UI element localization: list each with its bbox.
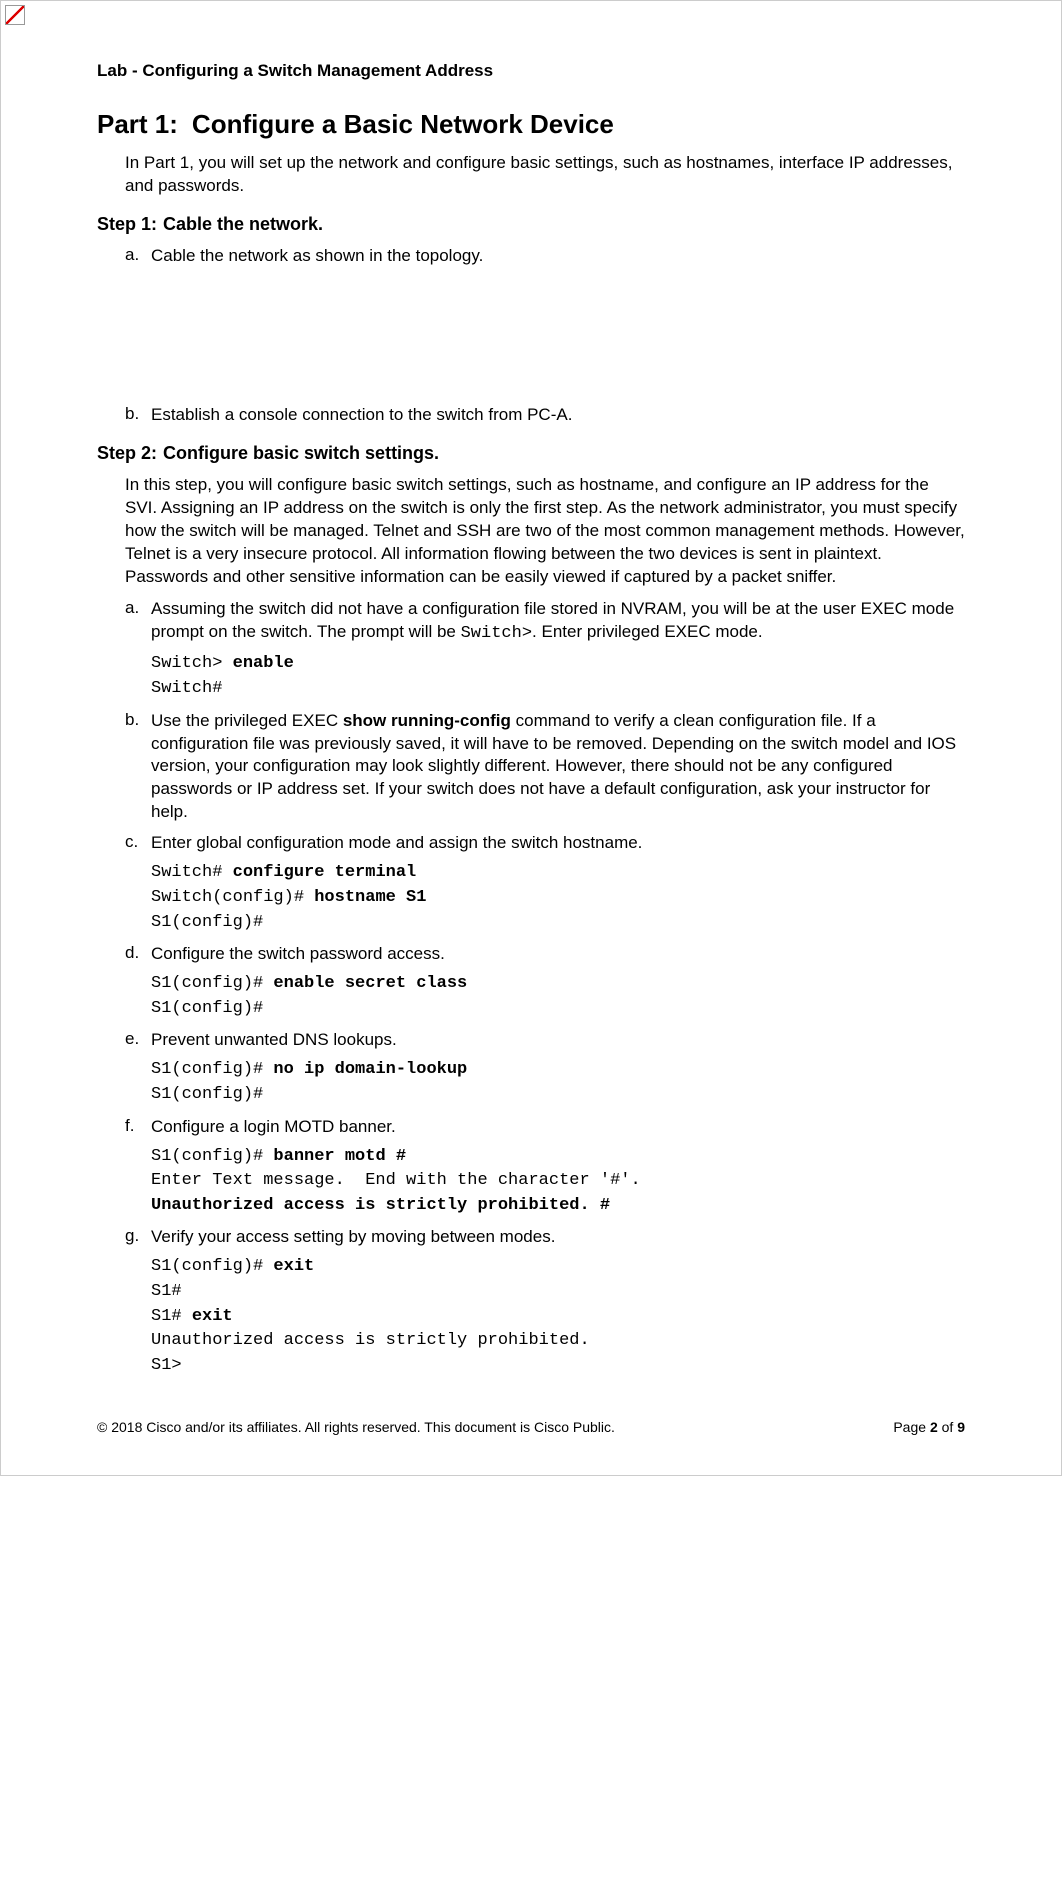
step1-list: a. Cable the network as shown in the top… <box>125 245 965 268</box>
list-item: c. Enter global configuration mode and a… <box>125 832 965 935</box>
code-prompt: S1# <box>151 1307 192 1326</box>
text: Prevent unwanted DNS lookups. <box>151 1030 397 1049</box>
code-output: S1(config)# <box>151 1083 965 1108</box>
step1-title: Cable the network. <box>163 214 323 234</box>
code-command: exit <box>273 1257 314 1276</box>
page-number: 2 <box>930 1419 938 1435</box>
code-prompt: Switch(config)# <box>151 888 314 907</box>
inline-prompt: Switch> <box>461 624 532 643</box>
code-output: S1> <box>151 1354 965 1379</box>
step2-list: a. Assuming the switch did not have a co… <box>125 598 965 1378</box>
code-block: Switch> enable Switch# <box>151 652 965 701</box>
code-command: exit <box>192 1307 233 1326</box>
code-output: Switch# <box>151 677 965 702</box>
code-command: banner motd # <box>273 1147 406 1166</box>
item-content: Assuming the switch did not have a confi… <box>151 598 965 701</box>
item-content: Enter global configuration mode and assi… <box>151 832 965 935</box>
text: Configure a login MOTD banner. <box>151 1117 396 1136</box>
item-letter: b. <box>125 710 151 825</box>
code-command: no ip domain-lookup <box>273 1060 467 1079</box>
list-item: a. Assuming the switch did not have a co… <box>125 598 965 701</box>
code-block: S1(config)# no ip domain-lookupS1(config… <box>151 1058 965 1107</box>
item-letter: a. <box>125 598 151 701</box>
item-letter: g. <box>125 1226 151 1378</box>
code-output: Unauthorized access is strictly prohibit… <box>151 1329 965 1354</box>
code-output: Enter Text message. End with the charact… <box>151 1169 965 1194</box>
text: . Enter privileged EXEC mode. <box>532 622 763 641</box>
page-total: 9 <box>957 1419 965 1435</box>
step2-prefix: Step 2: <box>97 443 157 463</box>
code-prompt: S1(config)# <box>151 1060 273 1079</box>
code-block: S1(config)# banner motd # Enter Text mess… <box>151 1145 965 1219</box>
footer-page-info: Page 2 of 9 <box>893 1419 965 1435</box>
item-content: Configure a login MOTD banner. S1(config… <box>151 1116 965 1219</box>
part-title: Configure a Basic Network Device <box>192 109 614 139</box>
list-item: b. Use the privileged EXEC show running-… <box>125 710 965 825</box>
lab-title: Lab - Configuring a Switch Management Ad… <box>97 61 965 81</box>
code-command: configure terminal <box>233 863 417 882</box>
code-prompt: S1(config)# <box>151 1257 273 1276</box>
code-prompt: S1(config)# <box>151 974 273 993</box>
item-letter: a. <box>125 245 151 268</box>
list-item: d. Configure the switch password access.… <box>125 943 965 1021</box>
item-letter: f. <box>125 1116 151 1219</box>
document-page: Lab - Configuring a Switch Management Ad… <box>0 0 1062 1476</box>
part-intro: In Part 1, you will set up the network a… <box>125 152 965 198</box>
footer-copyright: © 2018 Cisco and/or its affiliates. All … <box>97 1419 615 1435</box>
step1-heading: Step 1: Cable the network. <box>97 214 965 235</box>
code-block: Switch# configure terminal Switch(config)… <box>151 861 965 935</box>
code-prompt: Switch> <box>151 654 233 673</box>
step2-intro: In this step, you will configure basic s… <box>125 474 965 589</box>
item-letter: b. <box>125 404 151 427</box>
list-item: a. Cable the network as shown in the top… <box>125 245 965 268</box>
part-prefix: Part 1: <box>97 109 178 139</box>
inline-command: show running-config <box>343 711 511 730</box>
item-content: Verify your access setting by moving bet… <box>151 1226 965 1378</box>
code-output: S1(config)# <box>151 911 965 936</box>
list-item: g. Verify your access setting by moving … <box>125 1226 965 1378</box>
code-command: Unauthorized access is strictly prohibit… <box>151 1194 965 1219</box>
item-letter: c. <box>125 832 151 935</box>
text: Use the privileged EXEC <box>151 711 343 730</box>
step1-prefix: Step 1: <box>97 214 157 234</box>
item-letter: e. <box>125 1029 151 1107</box>
page-label: Page <box>893 1419 930 1435</box>
code-block: S1(config)# enable secret classS1(config… <box>151 972 965 1021</box>
of-label: of <box>938 1419 957 1435</box>
item-content: Use the privileged EXEC show running-con… <box>151 710 965 825</box>
text: Verify your access setting by moving bet… <box>151 1227 555 1246</box>
code-command: enable <box>233 654 294 673</box>
step2-title: Configure basic switch settings. <box>163 443 439 463</box>
text: Configure the switch password access. <box>151 944 445 963</box>
list-item: e. Prevent unwanted DNS lookups. S1(conf… <box>125 1029 965 1107</box>
item-content: Configure the switch password access. S1… <box>151 943 965 1021</box>
item-text: Establish a console connection to the sw… <box>151 404 965 427</box>
step2-heading: Step 2: Configure basic switch settings. <box>97 443 965 464</box>
step1-list-cont: b. Establish a console connection to the… <box>125 404 965 427</box>
code-output: S1# <box>151 1280 965 1305</box>
code-command: hostname S1 <box>314 888 426 907</box>
code-prompt: Switch# <box>151 863 233 882</box>
item-text: Cable the network as shown in the topolo… <box>151 245 965 268</box>
item-content: Prevent unwanted DNS lookups. S1(config)… <box>151 1029 965 1107</box>
list-item: f. Configure a login MOTD banner. S1(con… <box>125 1116 965 1219</box>
broken-image-icon <box>5 5 25 25</box>
code-block: S1(config)# exitS1#S1# exitUnauthorized … <box>151 1255 965 1378</box>
code-command: enable secret class <box>273 974 467 993</box>
code-prompt: S1(config)# <box>151 1147 273 1166</box>
topology-placeholder <box>97 276 965 404</box>
list-item: b. Establish a console connection to the… <box>125 404 965 427</box>
item-letter: d. <box>125 943 151 1021</box>
code-output: S1(config)# <box>151 997 965 1022</box>
page-footer: © 2018 Cisco and/or its affiliates. All … <box>97 1419 965 1435</box>
part-heading: Part 1: Configure a Basic Network Device <box>97 109 965 140</box>
text: Enter global configuration mode and assi… <box>151 833 642 852</box>
